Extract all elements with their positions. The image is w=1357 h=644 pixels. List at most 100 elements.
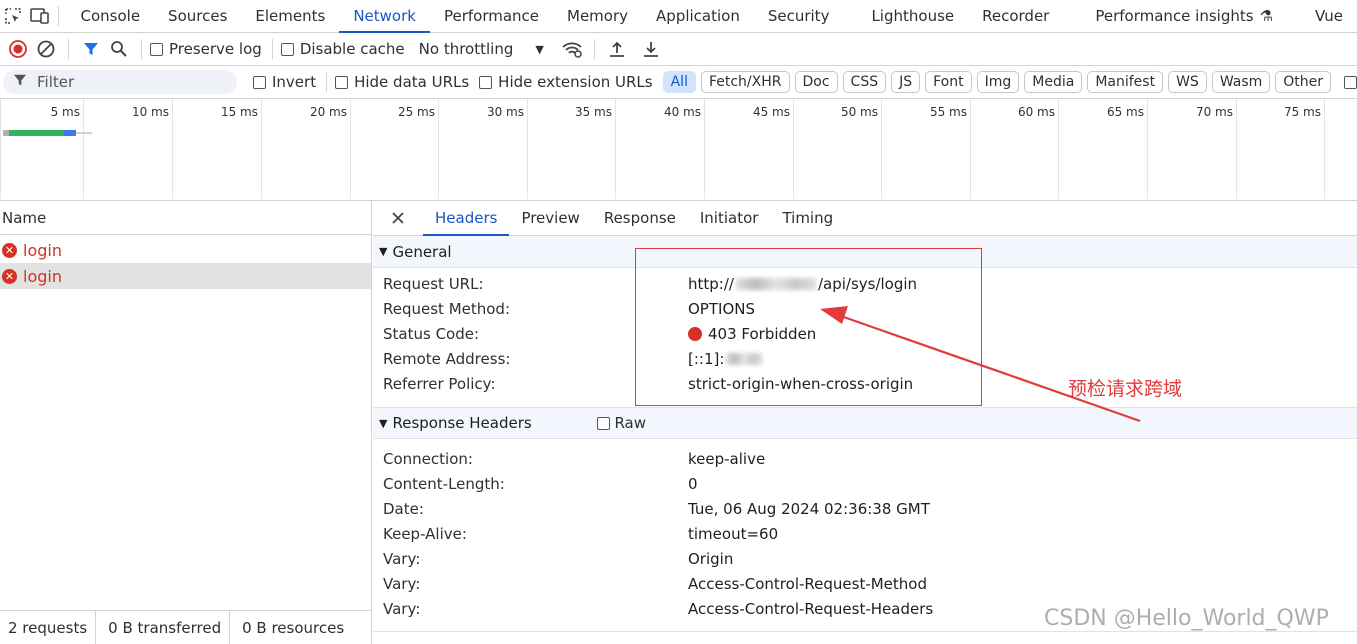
devtools-tab-bar: Console Sources Elements Network Perform… bbox=[0, 0, 1357, 33]
disable-cache-box[interactable] bbox=[280, 42, 294, 56]
type-filter-doc[interactable]: Doc bbox=[794, 71, 838, 93]
preserve-log-box[interactable] bbox=[150, 42, 163, 56]
triangle-expanded-icon: ▼ bbox=[379, 416, 388, 430]
type-filter-media[interactable]: Media bbox=[1024, 71, 1083, 93]
detail-tab-bar: Headers Preview Response Initiator Timin… bbox=[373, 201, 1357, 236]
tab-recorder[interactable]: Recorder bbox=[968, 0, 1081, 32]
name-column-header[interactable]: Name bbox=[0, 201, 371, 235]
search-icon[interactable] bbox=[105, 35, 133, 63]
throttling-value: No throttling bbox=[418, 40, 514, 58]
type-filter-font[interactable]: Font bbox=[925, 71, 972, 93]
tab-initiator[interactable]: Initiator bbox=[688, 201, 771, 235]
network-status-bar: 2 requests 0 B transferred 0 B resources bbox=[0, 610, 371, 644]
tab-preview[interactable]: Preview bbox=[509, 201, 591, 235]
tab-headers[interactable]: Headers bbox=[423, 201, 510, 236]
blocked-requests-box[interactable] bbox=[1344, 75, 1357, 89]
inspect-element-icon[interactable] bbox=[0, 0, 27, 32]
timeline-overview[interactable]: 5 ms 10 ms 15 ms 20 ms 25 ms 30 ms 35 ms… bbox=[0, 99, 1357, 201]
type-filter-other[interactable]: Other bbox=[1275, 71, 1332, 93]
raw-box[interactable] bbox=[597, 416, 611, 430]
header-value: keep-alive bbox=[688, 449, 766, 468]
preserve-log-checkbox[interactable]: Preserve log bbox=[150, 40, 262, 58]
error-icon: ✕ bbox=[2, 242, 17, 258]
hide-data-urls-checkbox[interactable]: Hide data URLs bbox=[335, 73, 469, 91]
timeline-tick: 35 ms bbox=[527, 99, 615, 199]
hide-extension-urls-box[interactable] bbox=[479, 75, 493, 89]
tab-application[interactable]: Application bbox=[642, 0, 754, 32]
header-value: Tue, 06 Aug 2024 02:36:38 GMT bbox=[688, 499, 930, 518]
timeline-download-bar bbox=[64, 130, 76, 136]
tab-response[interactable]: Response bbox=[592, 201, 688, 235]
filter-placeholder: Filter bbox=[37, 73, 75, 91]
response-headers-section-header[interactable]: ▼ Response Headers Raw bbox=[373, 407, 1357, 439]
tab-performance[interactable]: Performance bbox=[430, 0, 553, 32]
triangle-down-icon: ▼ bbox=[535, 42, 544, 56]
general-section-title: General bbox=[392, 242, 452, 261]
type-filter-manifest[interactable]: Manifest bbox=[1087, 71, 1164, 93]
network-conditions-icon[interactable] bbox=[558, 35, 586, 63]
timeline-tick: 65 ms bbox=[1058, 99, 1147, 199]
header-name: Vary: bbox=[383, 599, 421, 618]
network-toolbar: Preserve log Disable cache No throttling… bbox=[0, 33, 1357, 66]
tab-lighthouse[interactable]: Lighthouse bbox=[857, 0, 968, 32]
resources-size: 0 B resources bbox=[242, 618, 345, 637]
filter-input[interactable]: Filter bbox=[3, 70, 237, 94]
type-filter-fetch-xhr[interactable]: Fetch/XHR bbox=[700, 71, 790, 93]
raw-checkbox[interactable]: Raw bbox=[597, 414, 646, 432]
request-row[interactable]: ✕ login bbox=[0, 237, 371, 263]
timeline-tick: 50 ms bbox=[793, 99, 881, 199]
response-header-row: Keep-Alive: timeout=60 bbox=[373, 521, 1357, 546]
type-filter-all[interactable]: All bbox=[662, 71, 696, 93]
invert-box[interactable] bbox=[252, 75, 266, 89]
tab-performance-insights[interactable]: Performance insights ⚗ bbox=[1081, 0, 1287, 32]
type-filter-img[interactable]: Img bbox=[976, 71, 1020, 93]
header-name: Vary: bbox=[383, 574, 421, 593]
export-har-icon[interactable] bbox=[637, 35, 665, 63]
type-filter-wasm[interactable]: Wasm bbox=[1211, 71, 1271, 93]
record-stop-icon[interactable] bbox=[4, 35, 32, 63]
filter-icon[interactable] bbox=[77, 35, 105, 63]
tab-timing[interactable]: Timing bbox=[770, 201, 845, 235]
triangle-expanded-icon: ▼ bbox=[379, 245, 388, 258]
request-row-selected[interactable]: ✕ login bbox=[0, 263, 371, 289]
invert-checkbox[interactable]: Invert bbox=[252, 73, 316, 91]
timeline-tick: 25 ms bbox=[350, 99, 438, 199]
tab-network[interactable]: Network bbox=[339, 0, 430, 33]
tab-elements[interactable]: Elements bbox=[241, 0, 339, 32]
close-icon[interactable] bbox=[373, 201, 423, 235]
timeline-tick: 15 ms bbox=[172, 99, 261, 199]
tab-security[interactable]: Security bbox=[754, 0, 858, 32]
flask-icon: ⚗ bbox=[1259, 7, 1274, 25]
header-name: Keep-Alive: bbox=[383, 524, 467, 543]
hide-extension-urls-checkbox[interactable]: Hide extension URLs bbox=[479, 73, 653, 91]
timeline-tick: 30 ms bbox=[438, 99, 527, 199]
type-filter-css[interactable]: CSS bbox=[842, 71, 887, 93]
import-har-icon[interactable] bbox=[603, 35, 631, 63]
tab-sources[interactable]: Sources bbox=[154, 0, 241, 32]
hide-extension-urls-label: Hide extension URLs bbox=[498, 73, 653, 91]
type-filter-ws[interactable]: WS bbox=[1168, 71, 1207, 93]
request-name: login bbox=[23, 266, 62, 286]
hide-data-urls-box[interactable] bbox=[335, 75, 349, 89]
tab-console[interactable]: Console bbox=[67, 0, 155, 32]
tab-vue[interactable]: Vue bbox=[1301, 0, 1357, 32]
raw-label: Raw bbox=[614, 414, 647, 432]
response-header-row: Vary: Origin bbox=[373, 546, 1357, 571]
throttling-select[interactable]: No throttling ▼ bbox=[419, 40, 544, 58]
header-value: 0 bbox=[688, 474, 698, 493]
disable-cache-label: Disable cache bbox=[299, 40, 405, 58]
tab-memory[interactable]: Memory bbox=[553, 0, 642, 32]
clear-icon[interactable] bbox=[32, 35, 60, 63]
error-icon: ✕ bbox=[2, 268, 17, 284]
type-filter-js[interactable]: JS bbox=[891, 71, 921, 93]
timeline-tick: 20 ms bbox=[261, 99, 350, 199]
timeline-tick: 5 ms bbox=[0, 99, 83, 199]
disable-cache-checkbox[interactable]: Disable cache bbox=[280, 40, 405, 58]
timeline-tick bbox=[1324, 99, 1357, 199]
response-header-row: Date: Tue, 06 Aug 2024 02:36:38 GMT bbox=[373, 496, 1357, 521]
hide-data-urls-label: Hide data URLs bbox=[354, 73, 470, 91]
timeline-ttfb-bar bbox=[9, 130, 64, 136]
header-name: Content-Length: bbox=[383, 474, 505, 493]
header-name: Connection: bbox=[383, 449, 473, 468]
device-toolbar-icon[interactable] bbox=[27, 0, 54, 32]
